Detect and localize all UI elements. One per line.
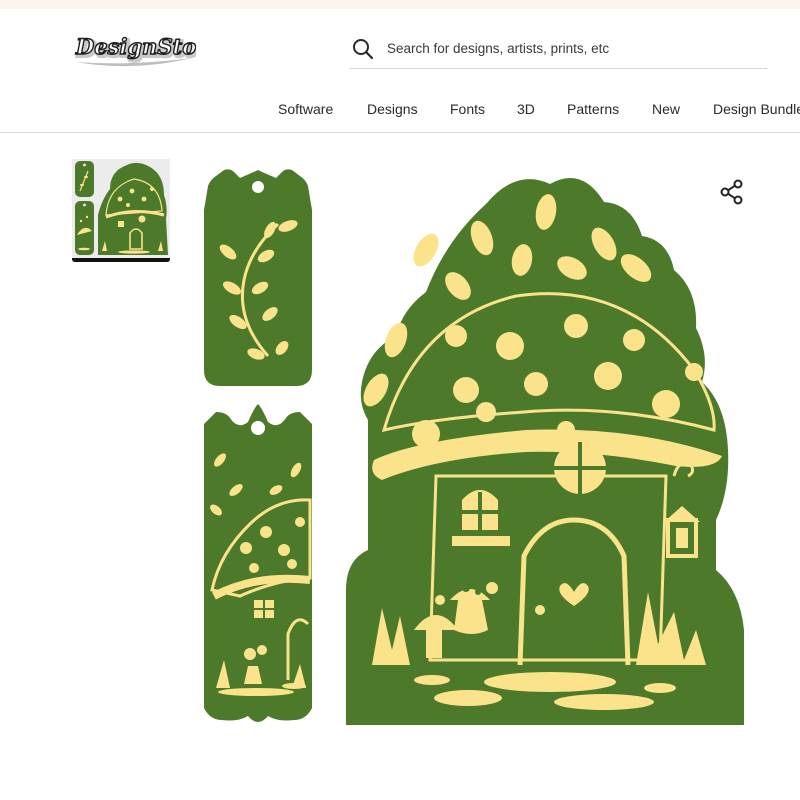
- tag-top: [204, 169, 312, 386]
- thumbnail-selected-indicator: [72, 258, 170, 262]
- search-bar[interactable]: [349, 30, 767, 69]
- nav-item-patterns[interactable]: Patterns: [567, 101, 619, 117]
- nav-item-software[interactable]: Software: [278, 101, 333, 117]
- search-input[interactable]: [387, 38, 757, 58]
- designstore-logo[interactable]: DesignStore DesignStore: [72, 28, 225, 72]
- search-icon[interactable]: [352, 38, 374, 60]
- nav-item-designs[interactable]: Designs: [367, 101, 418, 117]
- tag-bottom: [204, 404, 312, 722]
- promo-strip: [0, 0, 800, 9]
- product-main-image: [196, 160, 756, 735]
- mushroom-house-design: [346, 178, 744, 725]
- nav-item-new[interactable]: New: [652, 101, 680, 117]
- nav-item-design-bundles[interactable]: Design Bundles: [713, 101, 800, 117]
- product-thumbnail[interactable]: [72, 159, 170, 262]
- nav-item-3d[interactable]: 3D: [517, 101, 535, 117]
- nav-item-fonts[interactable]: Fonts: [450, 101, 485, 117]
- logo-text: DesignStore: [75, 34, 196, 59]
- share-icon[interactable]: [718, 178, 746, 206]
- category-nav: Software Designs Fonts 3D Patterns New D…: [0, 96, 800, 133]
